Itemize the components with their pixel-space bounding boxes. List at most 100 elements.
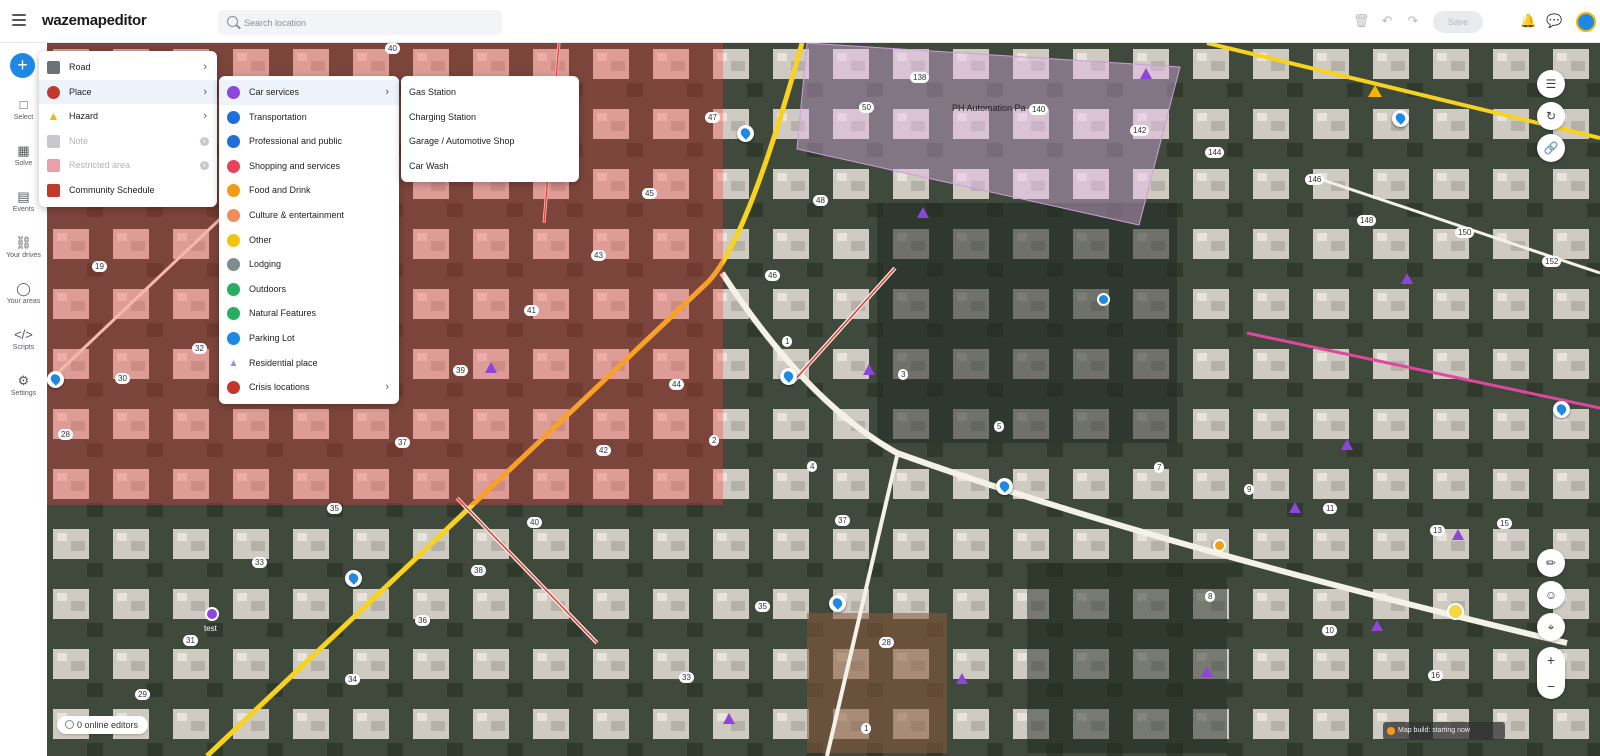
house-number: 29: [135, 689, 150, 700]
menu-item-hazard[interactable]: ▲ Hazard ›: [39, 104, 217, 129]
other-icon: [227, 233, 240, 247]
zoom-control: + −: [1537, 647, 1565, 699]
residential-place-icon[interactable]: [1201, 666, 1213, 677]
menu-item-lodging[interactable]: Lodging: [219, 252, 399, 277]
link-icon[interactable]: 🔗: [1537, 134, 1565, 162]
place-pin-icon[interactable]: [345, 570, 362, 587]
zoom-out-button[interactable]: −: [1537, 673, 1565, 699]
residential-place-icon[interactable]: [917, 207, 929, 218]
globe-icon: ◯: [16, 281, 31, 296]
place-pin-icon[interactable]: [780, 368, 797, 385]
hazard-icon[interactable]: [1368, 85, 1382, 97]
crisis-locations-icon: [227, 381, 240, 395]
menu-item-professional-public[interactable]: Professional and public: [219, 129, 399, 154]
house-number: 47: [705, 112, 720, 123]
add-button[interactable]: +: [10, 53, 35, 78]
car-services-icon: [227, 86, 240, 99]
residential-place-icon[interactable]: [1371, 620, 1383, 631]
menu-item-crisis-locations[interactable]: Crisis locations ›: [219, 375, 399, 400]
house-number: 39: [453, 365, 468, 376]
refresh-icon[interactable]: ↻: [1537, 102, 1565, 130]
chat-icon[interactable]: 💬: [1546, 13, 1562, 29]
zoom-in-button[interactable]: +: [1537, 647, 1565, 673]
menu-item-label: Other: [249, 234, 272, 245]
residential-place-icon[interactable]: [1289, 502, 1301, 513]
rail-item-settings[interactable]: ⚙ Settings: [0, 374, 47, 398]
residential-place-icon[interactable]: [1140, 68, 1152, 79]
menu-item-car-wash[interactable]: Car Wash: [401, 154, 579, 179]
menu-item-residential-place[interactable]: ▲ Residential place: [219, 351, 399, 376]
bell-icon[interactable]: 🔔: [1520, 13, 1536, 29]
info-icon[interactable]: i: [200, 161, 209, 171]
layers-icon[interactable]: ☰: [1537, 70, 1565, 98]
undo-icon[interactable]: ↶: [1379, 13, 1395, 29]
place-pin-icon[interactable]: [205, 607, 219, 621]
street-view-icon[interactable]: ☺: [1537, 581, 1565, 609]
locate-icon[interactable]: ⌖: [1537, 613, 1565, 641]
menu-item-car-services[interactable]: Car services ›: [219, 80, 399, 105]
search-box[interactable]: [218, 10, 502, 35]
place-pin-icon[interactable]: [1392, 110, 1409, 127]
rail-item-label: Settings: [10, 390, 37, 397]
menu-item-community-schedule[interactable]: Community Schedule: [39, 178, 217, 203]
place-pin-icon[interactable]: [1553, 401, 1570, 418]
info-icon[interactable]: i: [200, 136, 209, 146]
house-number: 28: [58, 429, 73, 440]
map-comment-icon[interactable]: [1447, 603, 1464, 620]
outdoors-icon: [227, 282, 240, 296]
menu-item-label: Outdoors: [249, 283, 287, 294]
place-pin-icon[interactable]: [996, 478, 1013, 495]
menu-item-road[interactable]: Road ›: [39, 55, 217, 80]
menu-item-shopping-services[interactable]: Shopping and services: [219, 154, 399, 179]
menu-item-charging-station[interactable]: Charging Station: [401, 105, 579, 130]
house-number: 33: [679, 672, 694, 683]
house-number: 15: [1497, 518, 1512, 529]
residential-place-icon[interactable]: [956, 673, 968, 684]
menu-item-garage-automotive[interactable]: Garage / Automotive Shop: [401, 129, 579, 154]
house-number: 140: [1029, 104, 1049, 115]
rail-item-scripts[interactable]: </> Scripts: [0, 328, 47, 352]
food-drink-icon: [227, 184, 240, 198]
place-pin-icon[interactable]: [829, 595, 846, 612]
residential-place-icon[interactable]: [485, 362, 497, 373]
online-editors-badge[interactable]: 0 online editors: [57, 716, 149, 734]
redo-icon[interactable]: ↷: [1405, 13, 1421, 29]
professional-public-icon: [227, 135, 240, 149]
house-number: 30: [115, 373, 130, 384]
residential-place-icon[interactable]: [723, 713, 735, 724]
menu-item-culture-entertainment[interactable]: Culture & entertainment: [219, 203, 399, 228]
chevron-right-icon: ›: [203, 85, 207, 98]
food-place-icon[interactable]: [1213, 539, 1226, 552]
menu-item-place[interactable]: Place ›: [39, 79, 217, 105]
menu-item-other[interactable]: Other: [219, 228, 399, 253]
ruler-icon[interactable]: ✏: [1537, 549, 1565, 577]
venue-name-label[interactable]: PH Automation Pa: [952, 103, 1026, 113]
delete-icon[interactable]: 🗑: [1353, 13, 1370, 29]
place-pin-icon[interactable]: [737, 125, 754, 142]
hamburger-menu-icon[interactable]: [12, 14, 26, 26]
menu-item-outdoors[interactable]: Outdoors: [219, 277, 399, 302]
menu-item-natural-features[interactable]: Natural Features: [219, 301, 399, 326]
online-editors-label: 0 online editors: [77, 720, 139, 730]
residential-place-icon[interactable]: [1452, 529, 1464, 540]
residential-place-icon[interactable]: [863, 364, 875, 375]
residential-place-icon[interactable]: [1341, 439, 1353, 450]
waze-map-editor-app: PH Automation Pa 40 138 50 140 142 144 1…: [0, 0, 1600, 756]
rail-item-areas[interactable]: ◯ Your areas: [0, 281, 47, 306]
house-number: 31: [183, 635, 198, 646]
search-input[interactable]: [244, 10, 494, 35]
house-number: 146: [1305, 174, 1325, 185]
menu-item-label: Professional and public: [249, 136, 343, 147]
bus-stop-icon[interactable]: [1097, 293, 1110, 306]
rail-item-drives[interactable]: ⛓ Your drives: [0, 236, 47, 260]
house-number: 19: [92, 261, 107, 272]
user-avatar[interactable]: [1576, 12, 1596, 32]
menu-item-food-drink[interactable]: Food and Drink: [219, 178, 399, 203]
menu-item-label: Transportation: [249, 111, 307, 122]
place-pin-icon[interactable]: [47, 371, 64, 388]
save-button[interactable]: Save: [1433, 11, 1483, 33]
residential-place-icon[interactable]: [1401, 273, 1413, 284]
menu-item-parking-lot[interactable]: Parking Lot: [219, 326, 399, 351]
menu-item-transportation[interactable]: Transportation: [219, 105, 399, 130]
menu-item-gas-station[interactable]: Gas Station: [401, 80, 579, 105]
